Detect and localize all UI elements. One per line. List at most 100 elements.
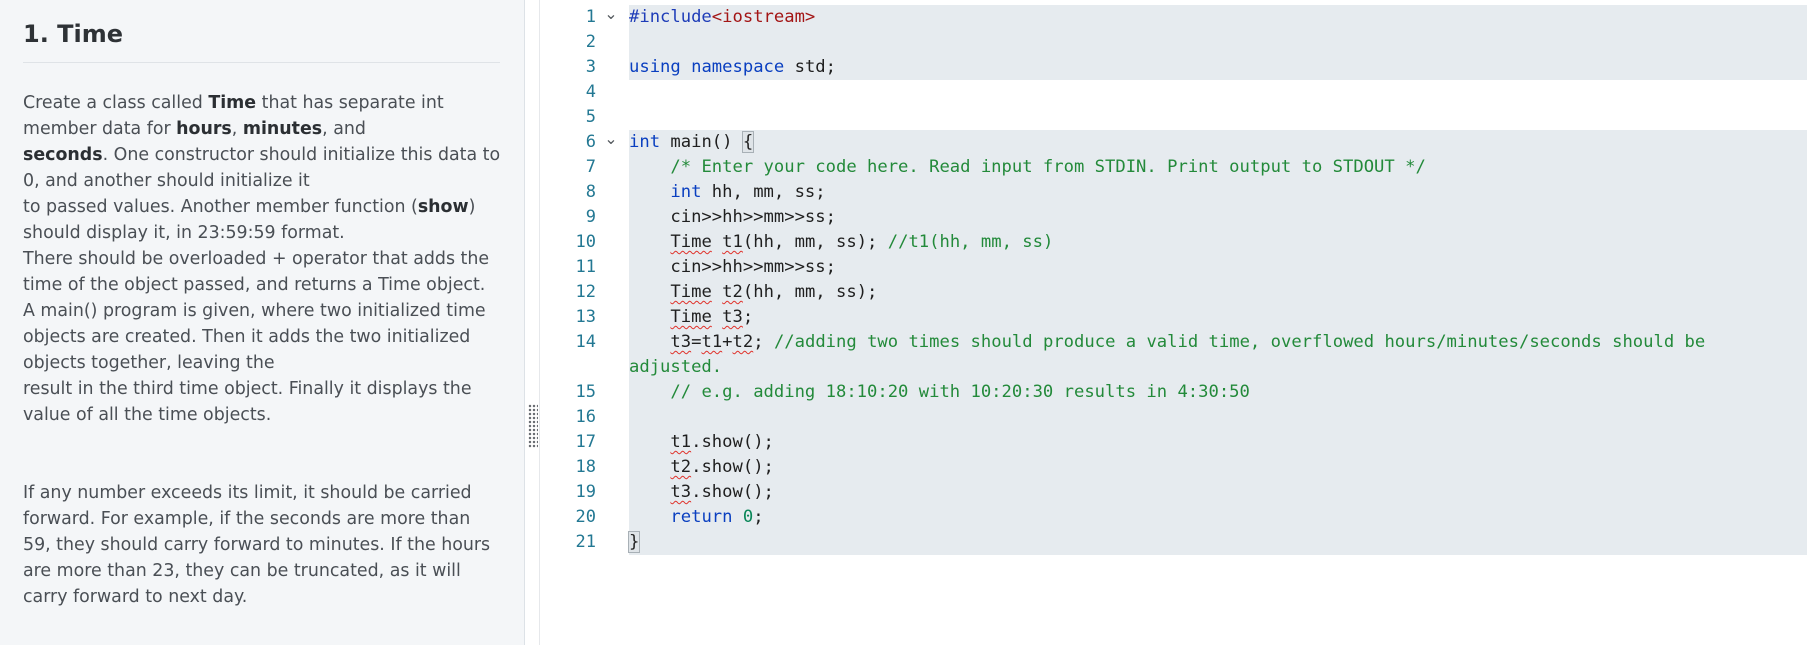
code-line[interactable]: 8 int hh, mm, ss; [541, 180, 1807, 205]
code-text[interactable] [629, 80, 1807, 105]
problem-description: Create a class called Time that has sepa… [23, 90, 503, 610]
description-paragraph: A main() program is given, where two ini… [23, 298, 503, 428]
description-text: value of all the time objects. [23, 405, 272, 425]
description-text: If any number exceeds its limit, it shou… [23, 483, 472, 503]
code-text[interactable]: Time t3; [629, 305, 1807, 330]
code-text[interactable] [629, 405, 1807, 430]
code-editor[interactable]: 1 ⌄ #include<iostream> 2 3 using namespace st… [541, 0, 1807, 645]
description-text: member data for [23, 119, 177, 139]
code-token: .show(); [691, 482, 774, 502]
error-squiggle-token: Time [670, 232, 712, 252]
code-line[interactable]: 15 // e.g. adding 18:10:20 with 10:20:30… [541, 380, 1807, 405]
bold-term: hours [176, 119, 232, 139]
code-token: namespace [691, 57, 785, 77]
code-line[interactable]: 9 cin>>hh>>mm>>ss; [541, 205, 1807, 230]
code-text[interactable]: t1.show(); [629, 430, 1807, 455]
description-text: Create a class called [23, 93, 209, 113]
description-paragraph: If any number exceeds its limit, it shou… [23, 480, 503, 610]
problem-title: 1. Time [23, 14, 500, 63]
code-token: adjusted. [629, 357, 723, 377]
code-token: ; [753, 507, 764, 527]
code-token: return [670, 507, 733, 527]
line-number: 14 [575, 332, 596, 352]
code-line[interactable]: 3 using namespace std; [541, 55, 1807, 80]
code-text[interactable]: Time t1(hh, mm, ss); //t1(hh, mm, ss) [629, 230, 1807, 255]
code-token: cin>>hh>>mm>>ss; [629, 257, 836, 277]
code-token: using [629, 57, 681, 77]
code-line[interactable]: 1 ⌄ #include<iostream> [541, 5, 1807, 30]
line-number: 15 [575, 382, 596, 402]
code-text[interactable]: Time t2(hh, mm, ss); [629, 280, 1807, 305]
code-line[interactable]: 7 /* Enter your code here. Read input fr… [541, 155, 1807, 180]
code-token: .show(); [691, 457, 774, 477]
bold-term: minutes [242, 119, 323, 139]
description-paragraph: Create a class called Time that has sepa… [23, 90, 503, 246]
code-text[interactable]: int main() { [629, 130, 1807, 155]
description-text: carry forward to next day. [23, 587, 248, 607]
code-line[interactable]: 11 cin>>hh>>mm>>ss; [541, 255, 1807, 280]
code-line[interactable]: 12 Time t2(hh, mm, ss); [541, 280, 1807, 305]
code-line[interactable]: 20 return 0; [541, 505, 1807, 530]
error-squiggle-token: t1 [701, 332, 723, 352]
code-line[interactable]: 10 Time t1(hh, mm, ss); //t1(hh, mm, ss) [541, 230, 1807, 255]
code-token: + [722, 332, 733, 352]
code-line[interactable]: 13 Time t3; [541, 305, 1807, 330]
drag-handle-icon[interactable] [528, 404, 538, 448]
code-token: main() [660, 132, 743, 152]
code-line[interactable]: 6 ⌄ int main() { [541, 130, 1807, 155]
code-line[interactable]: 21} [541, 530, 1807, 555]
description-text: , [231, 119, 243, 139]
code-token: .show(); [691, 432, 774, 452]
description-paragraph: There should be overloaded + operator th… [23, 246, 503, 298]
code-text[interactable]: using namespace std; [629, 55, 1807, 80]
code-text[interactable] [629, 30, 1807, 55]
code-line[interactable]: 16 [541, 405, 1807, 430]
code-token: (hh, mm, ss); [742, 282, 878, 302]
line-number: 4 [585, 82, 596, 102]
code-text[interactable]: t3=t1+t2; //adding two times should prod… [629, 330, 1807, 355]
error-squiggle-token: t1 [670, 432, 692, 452]
description-text: that has separate int [256, 93, 444, 113]
code-line[interactable]: 4 [541, 80, 1807, 105]
code-line[interactable]: 17 t1.show(); [541, 430, 1807, 455]
code-text[interactable] [629, 105, 1807, 130]
code-line[interactable]: 18 t2.show(); [541, 455, 1807, 480]
code-text[interactable]: #include<iostream> [629, 5, 1807, 30]
code-lines[interactable]: 1 ⌄ #include<iostream> 2 3 using namespace st… [541, 5, 1807, 555]
code-text[interactable]: /* Enter your code here. Read input from… [629, 155, 1807, 180]
line-number: 2 [585, 32, 596, 52]
panel-splitter[interactable] [526, 0, 540, 645]
error-squiggle-token: t2 [732, 332, 754, 352]
bold-term: show [417, 197, 469, 217]
description-text: 59, they should carry forward to minutes… [23, 535, 491, 555]
code-text[interactable]: adjusted. [629, 355, 1807, 380]
code-text[interactable]: // e.g. adding 18:10:20 with 10:20:30 re… [629, 380, 1807, 405]
error-squiggle-token: t3 [722, 307, 743, 327]
code-text[interactable]: int hh, mm, ss; [629, 180, 1807, 205]
code-token: cin>>hh>>mm>>ss; [629, 207, 836, 227]
line-number: 19 [575, 482, 596, 502]
code-text[interactable]: t3.show(); [629, 480, 1807, 505]
code-line[interactable]: 14 t3=t1+t2; //adding two times should p… [541, 330, 1807, 355]
chevron-down-icon[interactable]: ⌄ [604, 130, 618, 148]
line-number: 5 [585, 107, 596, 127]
line-number: 7 [585, 157, 596, 177]
code-text[interactable]: cin>>hh>>mm>>ss; [629, 205, 1807, 230]
chevron-down-icon[interactable]: ⌄ [604, 5, 618, 23]
line-number: 11 [575, 257, 596, 277]
code-text[interactable]: cin>>hh>>mm>>ss; [629, 255, 1807, 280]
code-line[interactable]: adjusted. [541, 355, 1807, 380]
code-line[interactable]: 5 [541, 105, 1807, 130]
error-squiggle-token: Time [670, 307, 712, 327]
code-text[interactable]: t2.show(); [629, 455, 1807, 480]
code-line[interactable]: 2 [541, 30, 1807, 55]
code-line[interactable]: 19 t3.show(); [541, 480, 1807, 505]
code-text[interactable]: return 0; [629, 505, 1807, 530]
description-text: time of the object passed, and returns a… [23, 275, 486, 295]
code-text[interactable]: } [627, 530, 1807, 555]
